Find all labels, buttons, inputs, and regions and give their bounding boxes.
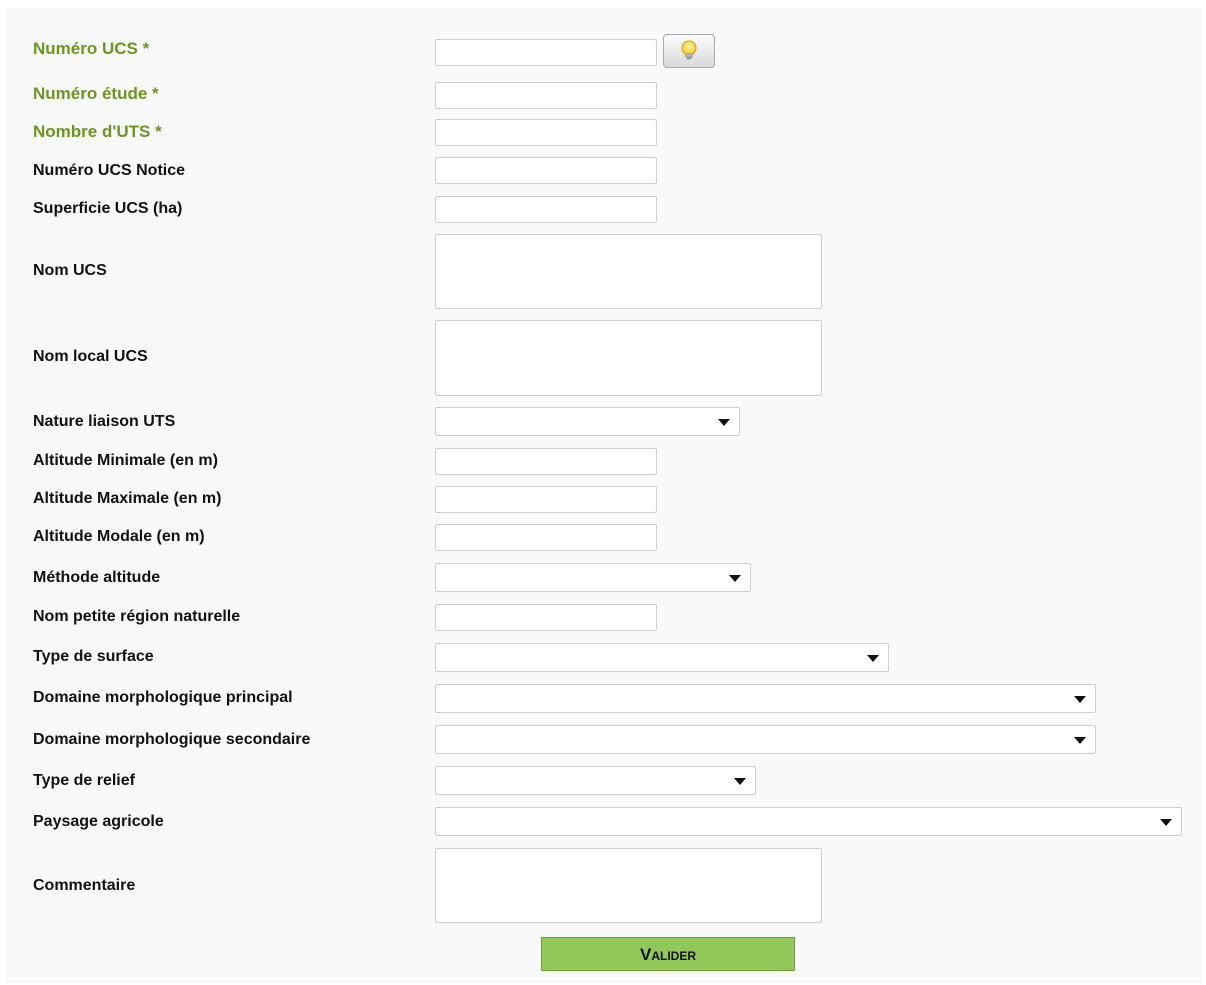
altitude-minimale-input[interactable]	[435, 448, 657, 475]
nature-liaison-uts-select[interactable]	[435, 407, 740, 436]
label-type-surface: Type de surface	[33, 648, 154, 665]
type-relief-select[interactable]	[435, 766, 756, 795]
numero-ucs-input[interactable]	[435, 39, 657, 66]
nombre-uts-input[interactable]	[435, 119, 657, 146]
methode-altitude-select[interactable]	[435, 563, 751, 592]
label-numero-etude: Numéro étude *	[33, 84, 159, 103]
label-nom-local-ucs: Nom local UCS	[33, 348, 148, 365]
commentaire-textarea[interactable]	[435, 848, 822, 923]
paysage-agricole-select[interactable]	[435, 807, 1182, 836]
numero-ucs-notice-input[interactable]	[435, 157, 657, 184]
chevron-down-icon	[734, 778, 746, 785]
label-superficie-ucs: Superficie UCS (ha)	[33, 200, 183, 217]
label-nombre-uts: Nombre d'UTS *	[33, 122, 162, 141]
lightbulb-icon	[681, 40, 697, 60]
label-type-relief: Type de relief	[33, 772, 135, 789]
label-nom-petite-region: Nom petite région naturelle	[33, 608, 241, 625]
chevron-down-icon	[1160, 819, 1172, 826]
label-domaine-principal: Domaine morphologique principal	[33, 689, 293, 706]
chevron-down-icon	[718, 419, 730, 426]
label-altitude-minimale: Altitude Minimale (en m)	[33, 452, 218, 469]
hint-button[interactable]	[663, 34, 715, 68]
numero-etude-input[interactable]	[435, 82, 657, 109]
label-nature-liaison-uts: Nature liaison UTS	[33, 413, 176, 430]
altitude-maximale-input[interactable]	[435, 486, 657, 513]
domaine-principal-select[interactable]	[435, 684, 1096, 713]
label-altitude-maximale: Altitude Maximale (en m)	[33, 490, 222, 507]
chevron-down-icon	[1074, 696, 1086, 703]
chevron-down-icon	[1074, 737, 1086, 744]
nom-local-ucs-textarea[interactable]	[435, 320, 822, 396]
label-paysage-agricole: Paysage agricole	[33, 813, 164, 830]
label-nom-ucs: Nom UCS	[33, 262, 107, 279]
label-commentaire: Commentaire	[33, 877, 136, 894]
nom-petite-region-input[interactable]	[435, 604, 657, 631]
label-numero-ucs-notice: Numéro UCS Notice	[33, 162, 186, 179]
label-methode-altitude: Méthode altitude	[33, 569, 161, 586]
type-surface-select[interactable]	[435, 643, 889, 672]
superficie-ucs-input[interactable]	[435, 196, 657, 223]
label-domaine-secondaire: Domaine morphologique secondaire	[33, 731, 311, 748]
nom-ucs-textarea[interactable]	[435, 234, 822, 309]
valider-button-label: Valider	[639, 945, 696, 964]
chevron-down-icon	[729, 575, 741, 582]
label-numero-ucs: Numéro UCS *	[33, 39, 150, 58]
domaine-secondaire-select[interactable]	[435, 725, 1096, 754]
chevron-down-icon	[867, 655, 879, 662]
altitude-modale-input[interactable]	[435, 524, 657, 551]
valider-button[interactable]: Valider	[541, 937, 795, 971]
label-altitude-modale: Altitude Modale (en m)	[33, 528, 205, 545]
